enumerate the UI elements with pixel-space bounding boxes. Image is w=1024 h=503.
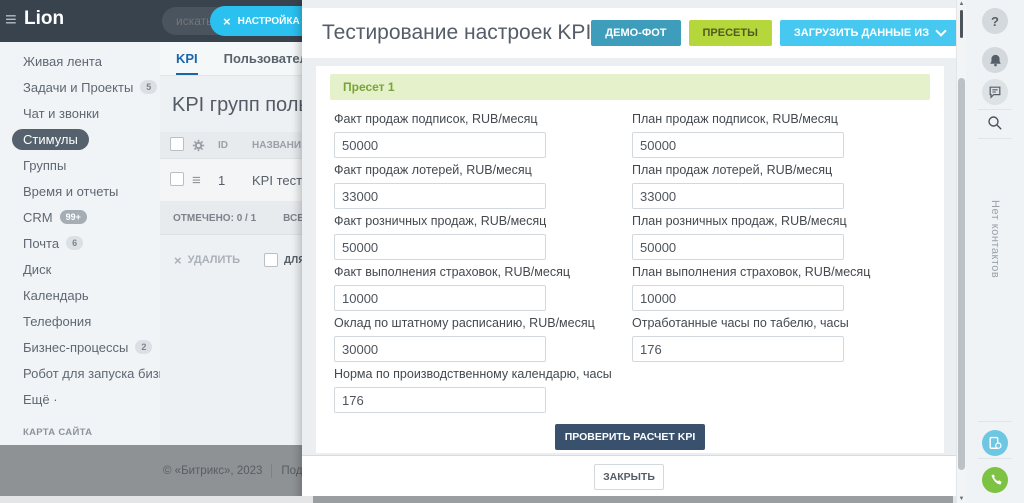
sitemap-link[interactable]: КАРТА САЙТА [0, 422, 160, 443]
no-contacts-label: Нет контактов [989, 200, 1001, 278]
kpi-field-input[interactable] [632, 336, 844, 362]
crm-badge: 99+ [60, 210, 87, 224]
panel-divider [978, 458, 1012, 459]
kpi-field-label: План продаж лотерей, RUB/месяц [632, 163, 930, 178]
close-icon: × [223, 14, 231, 29]
kpi-field-label: План розничных продаж, RUB/месяц [632, 214, 930, 229]
chat-icon[interactable] [982, 79, 1008, 105]
kpi-field-label: План выполнения страховок, RUB/месяц [632, 265, 930, 280]
sidebar-item-incentives[interactable]: Стимулы [0, 126, 160, 152]
modal-header: Тестирование настроек KPI ДЕМО-ФОТ ПРЕСЕ… [302, 8, 956, 58]
kpi-field-input[interactable] [334, 387, 546, 413]
modal-content-card: Пресет 1 Факт продаж подписок, RUB/месяц… [316, 66, 944, 453]
sidebar-item-more[interactable]: Ещё · [0, 386, 160, 412]
kpi-field-input[interactable] [632, 285, 844, 311]
panel-divider [978, 109, 1012, 110]
scroll-down-icon[interactable]: ▼ [957, 496, 966, 502]
sidebar-item-time-reports[interactable]: Время и отчеты [0, 178, 160, 204]
modal-scrollbar-thumb[interactable] [960, 10, 963, 38]
kpi-field-label: Норма по производственному календарю, ча… [334, 367, 632, 382]
vertical-scrollbar-thumb[interactable] [958, 78, 965, 470]
sidebar-item-robot[interactable]: Робот для запуска бизн... [0, 360, 160, 386]
sidebar-item-live-feed[interactable]: Живая лента [0, 48, 160, 74]
modal-title: Тестирование настроек KPI [322, 21, 591, 45]
tasks-badge: 5 [140, 80, 157, 94]
delete-button[interactable]: × УДАЛИТЬ [174, 253, 240, 268]
panel-divider [978, 421, 1012, 422]
kpi-field-input[interactable] [334, 285, 546, 311]
kpi-field-label: План продаж подписок, RUB/месяц [632, 112, 930, 127]
horizontal-scrollbar[interactable] [0, 496, 956, 503]
column-header-id[interactable]: ID [218, 140, 252, 151]
help-icon[interactable]: ? [982, 8, 1008, 34]
footer-divider [271, 464, 272, 478]
vertical-scrollbar[interactable]: ▲ ▼ [956, 0, 966, 503]
copyright-text: © «Битрикс», 2023 [163, 465, 262, 477]
sidebar-item-mail[interactable]: Почта6 [0, 230, 160, 256]
delete-x-icon: × [174, 253, 182, 268]
active-item-pill: Стимулы [12, 129, 89, 150]
sidebar-item-disk[interactable]: Диск [0, 256, 160, 282]
kpi-field-input[interactable] [632, 234, 844, 260]
bell-icon[interactable] [982, 47, 1008, 73]
sidebar: Живая лента Задачи и Проекты5 Чат и звон… [0, 42, 160, 445]
modal-header-actions: ДЕМО-ФОТ ПРЕСЕТЫ ЗАГРУЗИТЬ ДАННЫЕ ИЗ [591, 20, 959, 46]
sidebar-item-tasks[interactable]: Задачи и Проекты5 [0, 74, 160, 100]
row-id-cell: 1 [218, 173, 252, 188]
kpi-field-input[interactable] [334, 336, 546, 362]
kpi-field-input[interactable] [632, 132, 844, 158]
kpi-field-label: Факт продаж лотерей, RUB/месяц [334, 163, 632, 178]
form-column-left: Факт продаж подписок, RUB/месяц Факт про… [334, 112, 632, 418]
sidebar-item-telephony[interactable]: Телефония [0, 308, 160, 334]
kpi-field-label: Факт продаж подписок, RUB/месяц [334, 112, 632, 127]
form-column-right: План продаж подписок, RUB/месяц План про… [632, 112, 930, 418]
search-icon[interactable] [987, 115, 1003, 136]
row-checkbox[interactable] [170, 172, 184, 186]
scroll-up-icon[interactable]: ▲ [957, 1, 966, 7]
modal-footer: ЗАКРЫТЬ [302, 455, 956, 497]
right-panel: ? Нет контактов [966, 0, 1024, 503]
checked-count: ОТМЕЧЕНО: 0 / 1 [173, 213, 256, 224]
sidebar-item-chat[interactable]: Чат и звонки [0, 100, 160, 126]
app-logo: Lion [24, 8, 64, 30]
kpi-form: Факт продаж подписок, RUB/месяц Факт про… [334, 112, 930, 418]
header-checkbox[interactable] [170, 137, 184, 151]
chevron-down-icon [935, 25, 946, 36]
phone-icon[interactable] [982, 467, 1008, 493]
gear-icon[interactable] [192, 139, 216, 152]
presets-button[interactable]: ПРЕСЕТЫ [689, 20, 772, 46]
kpi-field-input[interactable] [632, 183, 844, 209]
kpi-field-input[interactable] [334, 234, 546, 260]
drag-handle-icon[interactable]: ≡ [192, 172, 216, 189]
load-data-button[interactable]: ЗАГРУЗИТЬ ДАННЫЕ ИЗ [780, 20, 959, 46]
mail-badge: 6 [66, 236, 83, 250]
kpi-test-modal: Тестирование настроек KPI ДЕМО-ФОТ ПРЕСЕ… [302, 0, 956, 503]
preset-banner: Пресет 1 [330, 74, 930, 100]
for-all-checkbox[interactable] [264, 253, 278, 267]
demo-fot-button[interactable]: ДЕМО-ФОТ [591, 20, 680, 46]
hamburger-icon[interactable]: ≡ [5, 8, 17, 32]
kpi-field-label: Отработанные часы по табелю, часы [632, 316, 930, 331]
check-kpi-calculation-button[interactable]: ПРОВЕРИТЬ РАСЧЕТ KPI [555, 424, 705, 450]
kpi-field-label: Факт розничных продаж, RUB/месяц [334, 214, 632, 229]
kpi-field-input[interactable] [334, 183, 546, 209]
desktop-app-icon[interactable] [982, 430, 1008, 456]
tab-kpi[interactable]: KPI [176, 42, 198, 75]
close-modal-button[interactable]: ЗАКРЫТЬ [594, 464, 664, 490]
kpi-field-label: Оклад по штатному расписанию, RUB/месяц [334, 316, 632, 331]
kpi-field-input[interactable] [334, 132, 546, 158]
sidebar-item-crm[interactable]: CRM99+ [0, 204, 160, 230]
sidebar-item-groups[interactable]: Группы [0, 152, 160, 178]
horizontal-scrollbar-thumb[interactable] [313, 496, 953, 503]
panel-divider [978, 138, 1012, 139]
sidebar-item-calendar[interactable]: Календарь [0, 282, 160, 308]
kpi-field-label: Факт выполнения страховок, RUB/месяц [334, 265, 632, 280]
sidebar-item-bizproc[interactable]: Бизнес-процессы2 [0, 334, 160, 360]
bizproc-badge: 2 [135, 340, 152, 354]
